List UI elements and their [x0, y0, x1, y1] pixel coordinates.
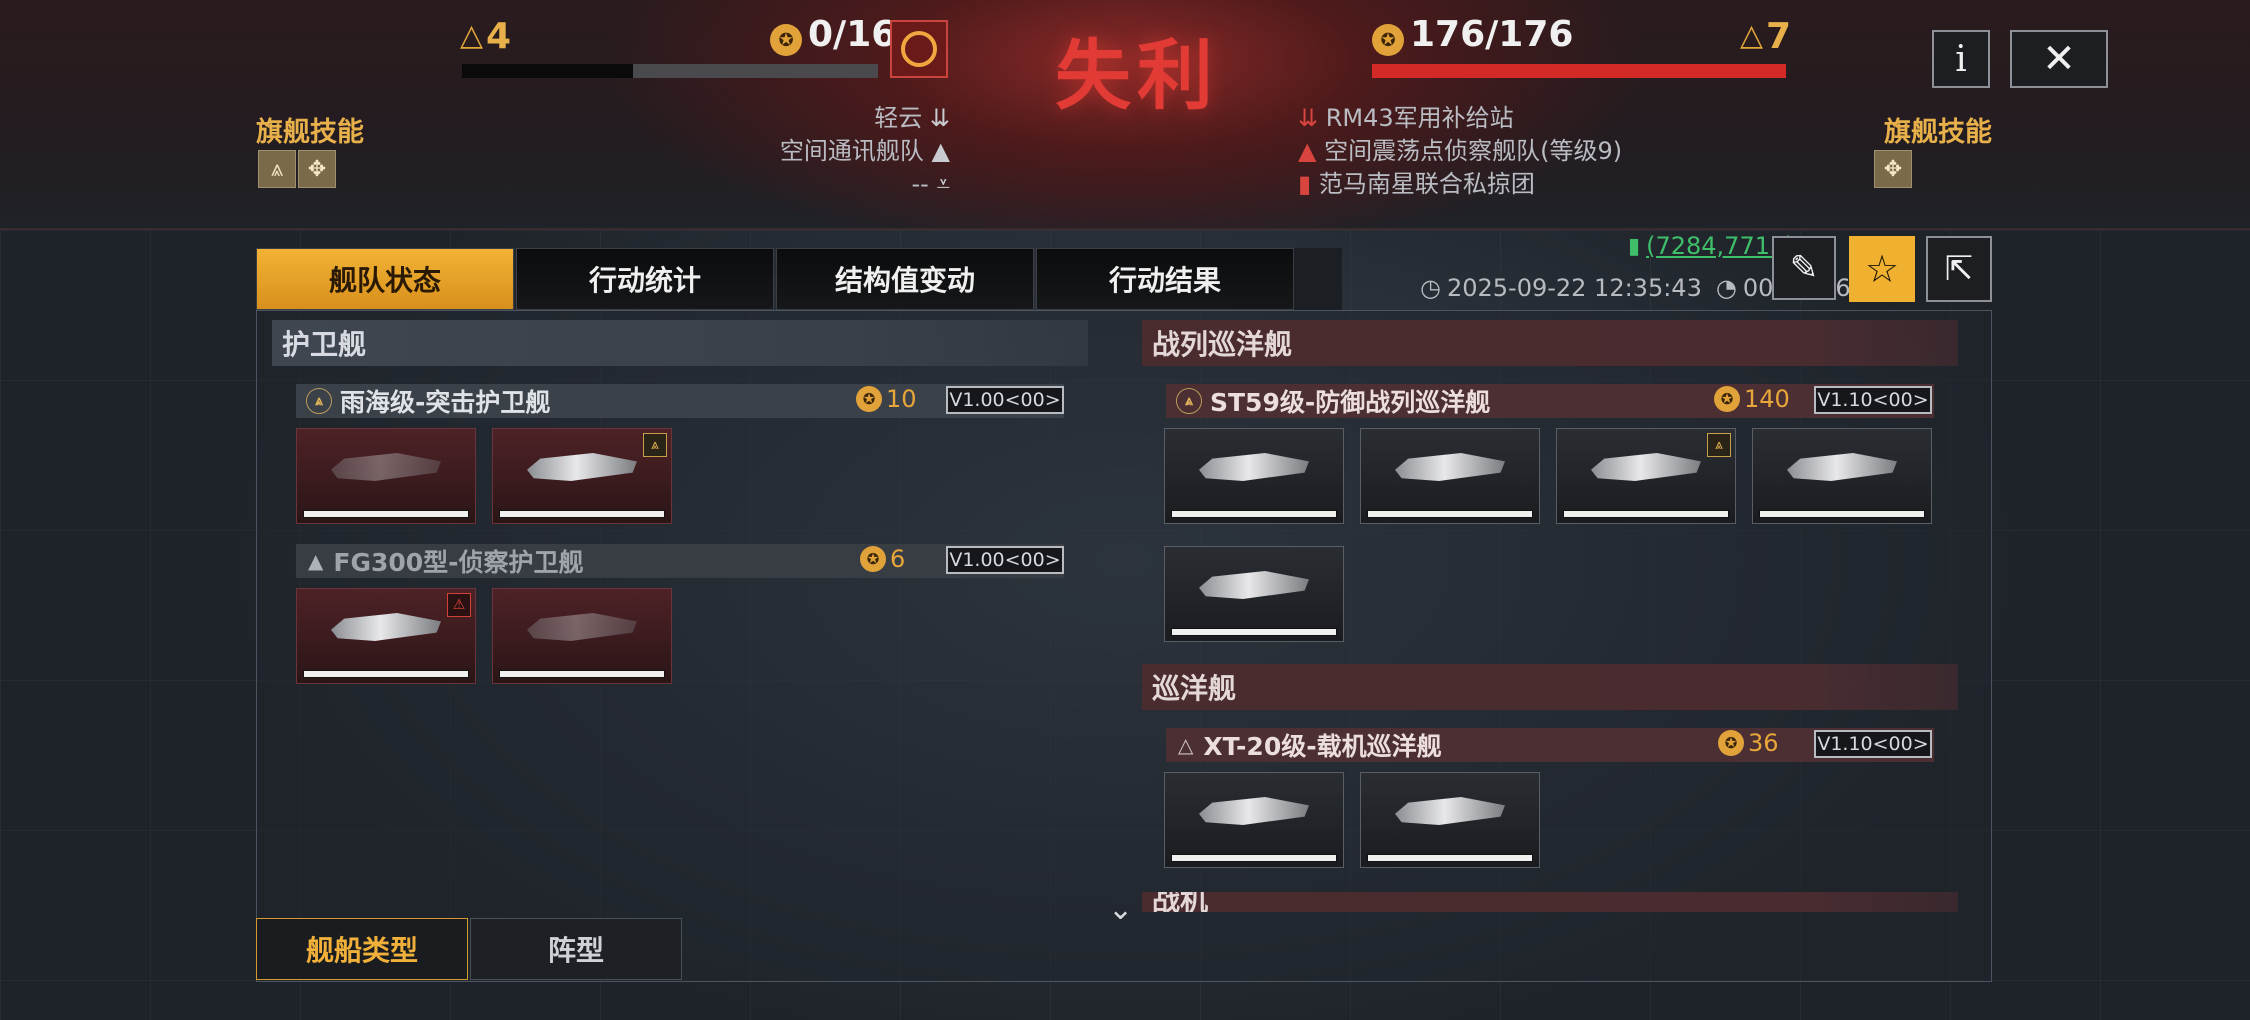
left-tri-count: 4	[486, 16, 512, 57]
result-title: 失利	[1055, 31, 1219, 120]
section-title-cruiser: 巡洋舰	[1142, 664, 1958, 710]
right-tri-count: 7	[1766, 16, 1792, 57]
battle-result-header: △ 4 ✪ 0/16 失利 ✪ 176/176 △ 7 旗舰技能 ⩓ ✥ 旗舰技…	[0, 0, 2250, 230]
tab-ship-type[interactable]: 舰船类型	[256, 918, 468, 980]
ship-version: V1.00<00>	[946, 386, 1064, 414]
ship-card[interactable]	[1360, 428, 1540, 524]
skill-cross-icon[interactable]: ✥	[1874, 150, 1912, 188]
skill-cross-icon[interactable]: ✥	[298, 150, 336, 188]
clock-icon: ◷	[1420, 274, 1441, 302]
damage-badge-icon: ⚠	[447, 593, 471, 617]
timer-icon: ◔	[1715, 274, 1737, 302]
right-fleet-list: ⇊ RM43军用补给站 ▲ 空间震荡点侦察舰队(等级9) ▮ 范马南星联合私掠团	[1298, 102, 1622, 201]
coordinates-link[interactable]: ▮ (7284,7713)	[1628, 232, 1795, 260]
close-button[interactable]: ✕	[2010, 30, 2108, 88]
chevron-down-double-icon: ⇊	[929, 104, 950, 132]
rank-triangle-icon: △	[1178, 733, 1194, 757]
ship-cost: ✪ 10	[856, 385, 917, 413]
left-fleet-item: -- ⩡	[911, 170, 950, 198]
right-triangle-icon: △	[1740, 18, 1764, 53]
rank-badge-icon: ⩓	[643, 433, 667, 457]
chevron-down-triple-icon: ⩡	[936, 170, 950, 198]
section-title-escort: 护卫舰	[272, 320, 1088, 366]
left-supply-coin-icon: ✪	[770, 24, 802, 56]
close-icon: ✕	[2042, 36, 2076, 82]
supply-coin-icon: ✪	[1718, 730, 1744, 756]
skill-wing-icon[interactable]: ⩓	[258, 150, 296, 188]
left-skill-icons: ⩓ ✥	[258, 150, 336, 188]
right-skill-icons: ✥	[1874, 150, 1912, 188]
rank-icon: ⩓	[306, 388, 332, 414]
rank-badge-icon: ⩓	[1707, 433, 1731, 457]
share-icon: ⇱	[1944, 249, 1974, 289]
tab-fleet-status[interactable]: 舰队状态	[256, 248, 514, 310]
tab-bar-filler	[1294, 248, 1342, 310]
right-supply-coin-icon: ✪	[1372, 24, 1404, 56]
left-progress-bar	[462, 64, 878, 78]
ship-card[interactable]	[296, 428, 476, 524]
faction-emblem-icon	[890, 20, 948, 78]
tab-action-result[interactable]: 行动结果	[1036, 248, 1294, 310]
info-icon: i	[1955, 38, 1967, 80]
right-fleet-item: ▮ 范马南星联合私掠团	[1298, 170, 1535, 198]
ship-cost: ✪ 140	[1714, 385, 1790, 413]
info-button[interactable]: i	[1932, 30, 1990, 88]
rank-triangle-icon: ▲	[308, 549, 324, 573]
tab-formation[interactable]: 阵型	[470, 918, 682, 980]
report-button[interactable]: ✎	[1772, 236, 1836, 300]
chevron-up-icon: ▲	[1298, 137, 1317, 165]
ship-card[interactable]: ⚠	[296, 588, 476, 684]
left-flagship-skill-label: 旗舰技能	[256, 117, 364, 148]
ship-card[interactable]	[1360, 772, 1540, 868]
right-flagship-skill-label: 旗舰技能	[1884, 117, 1992, 148]
supply-coin-icon: ✪	[860, 546, 886, 572]
left-fleet-list: 轻云 ⇊ 空间通讯舰队 ▲ -- ⩡	[780, 102, 950, 201]
ship-card[interactable]	[1752, 428, 1932, 524]
left-fleet-item: 轻云 ⇊	[874, 104, 950, 132]
rank-icon: ⩓	[1176, 388, 1202, 414]
favorite-button[interactable]: ☆	[1849, 236, 1915, 302]
chevron-up-icon: ▲	[931, 137, 950, 165]
chevron-down-double-icon: ⇊	[1298, 104, 1319, 132]
right-supply: 176/176	[1410, 14, 1574, 55]
location-pin-icon: ▮	[1628, 233, 1641, 259]
star-icon: ☆	[1864, 247, 1900, 291]
left-triangle-icon: △	[460, 18, 484, 53]
ship-version: V1.10<00>	[1814, 730, 1932, 758]
ship-card[interactable]	[1164, 546, 1344, 642]
flag-icon: ▮	[1298, 170, 1312, 198]
tab-structure-change[interactable]: 结构值变动	[776, 248, 1034, 310]
ship-card[interactable]: ⩓	[492, 428, 672, 524]
right-fleet-item: ⇊ RM43军用补给站	[1298, 104, 1514, 132]
ship-card[interactable]	[1164, 428, 1344, 524]
right-progress-bar	[1372, 64, 1786, 78]
ship-cost: ✪ 36	[1718, 729, 1779, 757]
supply-coin-icon: ✪	[856, 386, 882, 412]
left-supply: 0/16	[808, 14, 897, 55]
section-title-battlecruiser: 战列巡洋舰	[1142, 320, 1958, 366]
ship-card[interactable]: ⩓	[1556, 428, 1736, 524]
left-fleet-item: 空间通讯舰队 ▲	[779, 137, 950, 165]
share-button[interactable]: ⇱	[1926, 236, 1992, 302]
ship-version: V1.10<00>	[1814, 386, 1932, 414]
ship-version: V1.00<00>	[946, 546, 1064, 574]
ship-card[interactable]	[1164, 772, 1344, 868]
supply-coin-icon: ✪	[1714, 386, 1740, 412]
right-fleet-item: ▲ 空间震荡点侦察舰队(等级9)	[1298, 137, 1623, 165]
report-icon: ✎	[1789, 248, 1819, 288]
ship-card[interactable]	[492, 588, 672, 684]
section-title-fighter: 战机	[1142, 892, 1958, 912]
ship-cost: ✪ 6	[860, 545, 905, 573]
tab-action-stats[interactable]: 行动统计	[516, 248, 774, 310]
chevron-down-icon[interactable]: ⌄	[1108, 892, 1133, 927]
